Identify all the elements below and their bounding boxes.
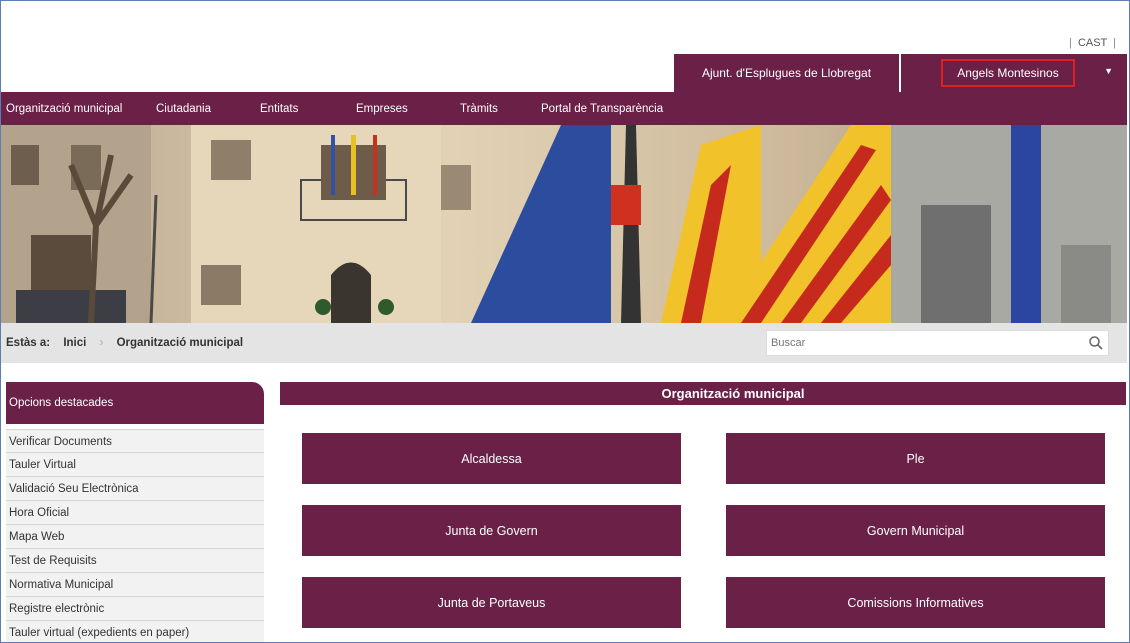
tile-label: Junta de Portaveus <box>437 595 546 610</box>
sidebar-list: Verificar Documents Tauler Virtual Valid… <box>6 429 264 642</box>
tile-label: Ple <box>906 451 925 466</box>
sidebar-item-hora-oficial[interactable]: Hora Oficial <box>6 501 264 525</box>
tile-label: Comissions Informatives <box>847 595 984 610</box>
lang-separator: | <box>1069 37 1072 49</box>
tile-comissions-informatives[interactable]: Comissions Informatives <box>726 577 1105 628</box>
sidebar-item-tauler-virtual-paper[interactable]: Tauler virtual (expedients en paper) <box>6 621 264 642</box>
banner-photo <box>1 125 1127 323</box>
language-switcher: | CAST | <box>1066 37 1119 49</box>
sidebar-item-registre-electronic[interactable]: Registre electrònic <box>6 597 264 621</box>
sidebar-title: Opcions destacades <box>6 382 264 424</box>
sidebar-item-normativa-municipal[interactable]: Normativa Municipal <box>6 573 264 597</box>
ajuntament-label: Ajunt. d'Esplugues de Llobregat <box>701 66 872 80</box>
user-name-button[interactable]: Angels Montesinos <box>941 59 1075 87</box>
search-box <box>766 330 1109 356</box>
sidebar-item-validacio-seu[interactable]: Validació Seu Electrònica <box>6 477 264 501</box>
tile-govern-municipal[interactable]: Govern Municipal <box>726 505 1105 556</box>
main-nav: Organització municipal Ciutadania Entita… <box>1 92 1127 125</box>
tile-junta-de-portaveus[interactable]: Junta de Portaveus <box>302 577 681 628</box>
tile-label: Govern Municipal <box>866 523 965 538</box>
search-icon[interactable] <box>1088 335 1104 351</box>
breadcrumb-label: Estàs a: <box>6 337 51 349</box>
banner-image <box>1 125 1127 323</box>
breadcrumb-home-link[interactable]: Inici <box>63 337 86 349</box>
tile-label: Junta de Govern <box>445 523 538 538</box>
tile-ple[interactable]: Ple <box>726 433 1105 484</box>
sidebar-item-mapa-web[interactable]: Mapa Web <box>6 525 264 549</box>
sidebar-item-verificar-documents[interactable]: Verificar Documents <box>6 429 264 453</box>
search-input[interactable] <box>767 331 1067 355</box>
sidebar-item-test-requisits[interactable]: Test de Requisits <box>6 549 264 573</box>
ajuntament-link[interactable]: Ajunt. d'Esplugues de Llobregat <box>674 54 899 92</box>
nav-item-organitzacio[interactable]: Organització municipal <box>6 103 122 115</box>
lang-separator: | <box>1113 37 1116 49</box>
nav-item-entitats[interactable]: Entitats <box>260 103 298 115</box>
nav-item-tramits[interactable]: Tràmits <box>460 103 498 115</box>
tile-junta-de-govern[interactable]: Junta de Govern <box>302 505 681 556</box>
tile-alcaldessa[interactable]: Alcaldessa <box>302 433 681 484</box>
chevron-right-icon: › <box>99 337 104 349</box>
nav-item-transparencia[interactable]: Portal de Transparència <box>541 103 663 115</box>
breadcrumb: Estàs a: Inici › Organització municipal <box>6 337 243 349</box>
sidebar-item-tauler-virtual[interactable]: Tauler Virtual <box>6 453 264 477</box>
nav-item-ciutadania[interactable]: Ciutadania <box>156 103 211 115</box>
caret-down-icon[interactable]: ▼ <box>1104 66 1113 76</box>
tile-label: Alcaldessa <box>461 451 522 466</box>
section-title: Organització municipal <box>280 382 1126 405</box>
breadcrumb-current: Organització municipal <box>116 337 244 349</box>
nav-item-empreses[interactable]: Empreses <box>356 103 408 115</box>
page-frame: | CAST | Ajunt. d'Esplugues de Llobregat… <box>0 0 1130 643</box>
lang-link-cast[interactable]: CAST <box>1078 37 1107 49</box>
user-menu[interactable]: Angels Montesinos ▼ <box>901 54 1127 92</box>
breadcrumb-bar: Estàs a: Inici › Organització municipal <box>1 323 1127 363</box>
